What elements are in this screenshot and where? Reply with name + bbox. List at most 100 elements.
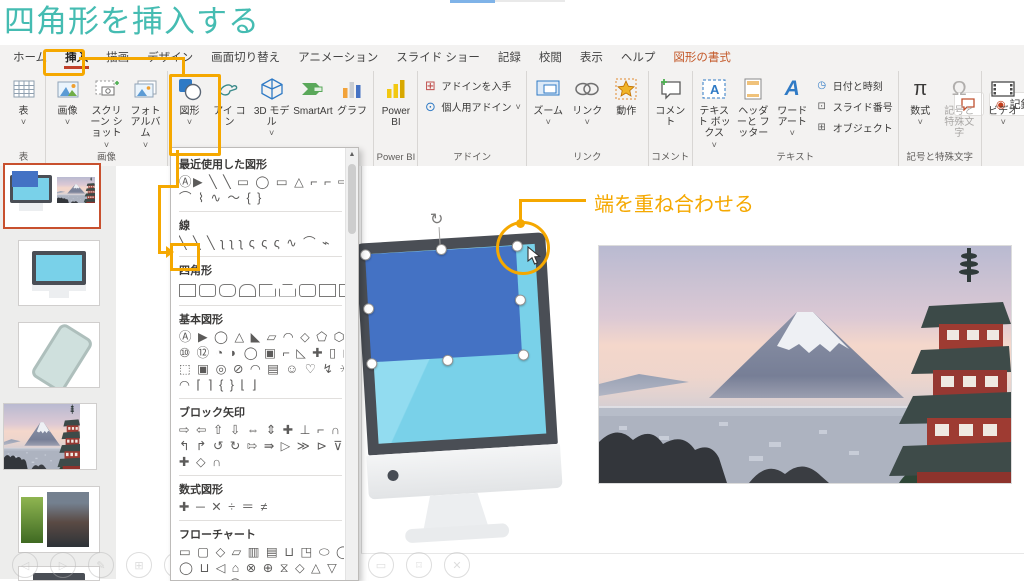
chevron-down-icon: ˅ — [515, 101, 521, 112]
shapes-row[interactable]: ▭ ▢ ◇ ▱ ▥ ▤ ⊔ ◳ ⬭ ◯ ◁ ▽ — [179, 544, 344, 560]
shapes-row[interactable]: ⬚ ▣ ◎ ⊘ ◠ ▤ ☺ ♡ ↯ ☀ ☾ ☁ — [179, 361, 344, 377]
chevron-down-icon: ˅ — [789, 128, 795, 139]
ribbon-group-comments: コメント コメント — [649, 71, 693, 166]
rotation-handle[interactable]: ↻ — [430, 209, 445, 230]
shape-rectangle-round[interactable] — [299, 283, 316, 297]
slide-thumbnail-4[interactable] — [3, 403, 97, 470]
shapes-row[interactable]: ↰ ↱ ↺ ↻ ⇰ ⇛ ▷ ≫ ⊳ ⊽ ◁ ◹ — [179, 438, 344, 454]
shapes-section-title: 線 — [179, 220, 190, 232]
selected-rectangle-shape[interactable]: ↻ — [359, 211, 530, 370]
tab-ヘルプ[interactable]: ヘルプ — [612, 45, 665, 71]
fuji-pagoda-photo[interactable] — [598, 245, 1012, 484]
shapes-section-title: ブロック矢印 — [179, 407, 245, 419]
shapes-row[interactable]: ◔ ⊟ ◫ ◯ — [179, 576, 344, 580]
shape-rectangle-snip[interactable] — [259, 283, 276, 297]
viewer-toolbar-icon[interactable]: ⌑ — [406, 552, 432, 578]
menu-divider — [179, 256, 342, 257]
shapes-row[interactable]: ◯ ⊔ ◁ ⌂ ⊗ ⊕ ⧖ ◇ △ ▽ ◖ ▷ — [179, 560, 344, 576]
shape-rectangle-sharp[interactable] — [319, 283, 336, 297]
shapes-row[interactable]: ⑩ ⑫ ◔ ◗ ◯ ▣ ⌐ ◺ ✚ ▯ ◻ ▢ — [179, 345, 344, 361]
3d-models-button[interactable]: 3D モデル ˅ — [250, 71, 294, 150]
tab-表示[interactable]: 表示 — [571, 45, 612, 71]
my-addins-button[interactable]: ⊙ 個人用アドイン ˅ — [420, 96, 523, 117]
shapes-section-title: フローチャート — [179, 529, 256, 541]
chart-icon — [341, 74, 363, 104]
viewer-toolbar-icon[interactable]: ✕ — [444, 552, 470, 578]
viewer-toolbar-icon[interactable]: ▭ — [368, 552, 394, 578]
wordart-button[interactable]: A ワード アート ˅ — [773, 71, 812, 150]
action-star-icon — [615, 74, 637, 104]
tab-記録[interactable]: 記録 — [489, 45, 530, 71]
blue-rectangle[interactable] — [365, 245, 522, 363]
action-button[interactable]: 動作 — [607, 71, 646, 150]
new-comment-button[interactable]: コメント — [651, 71, 690, 150]
chart-button[interactable]: グラフ — [332, 71, 371, 150]
shapes-menu-content: 最近使用した図形 Ⓐ▶ ╲ ╲ ▭ ◯ ▭ △ ⌐ ⌐ ⇨ ⇩⌒ ⌇ ∿ 〜 { … — [171, 148, 346, 580]
shape-rectangle-sharp[interactable] — [179, 283, 196, 297]
shapes-row[interactable]: ◠ ⌈ ⌉ { } ⌊ ⌋ — [179, 377, 344, 393]
progress-strip-gray — [495, 0, 565, 2]
viewer-toolbar-icon[interactable]: ▷ — [50, 552, 76, 578]
ribbon-group-text: A テキスト ボックス ˅ ヘッダーと フッター A ワード アート ˅ ◷ 日… — [693, 71, 899, 166]
shapes-row[interactable]: ✚ ◇ ∩ — [179, 454, 344, 470]
zoom-button[interactable]: ズーム ˅ — [529, 71, 568, 150]
omega-icon: Ω — [951, 77, 967, 100]
shapes-row[interactable]: ⌒ ⌇ ∿ 〜 { } — [179, 190, 344, 206]
chevron-down-icon: ˅ — [917, 117, 923, 128]
slide-thumbnail-2[interactable] — [18, 240, 100, 306]
tab-アニメーション[interactable]: アニメーション — [289, 45, 387, 71]
equation-button[interactable]: π 数式 ˅ — [901, 71, 940, 150]
chevron-down-icon: ˅ — [545, 117, 551, 128]
photo-album-button[interactable]: フォト アルバム ˅ — [126, 71, 165, 150]
shape-rectangle-snip2[interactable] — [279, 283, 296, 297]
shape-rectangle-round2[interactable] — [219, 283, 236, 297]
get-addins-button[interactable]: ⊞ アドインを入手 — [420, 75, 523, 96]
rectangle-shapes-row[interactable] — [179, 280, 346, 300]
shapes-section-title: 最近使用した図形 — [179, 159, 267, 171]
screenshot-button[interactable]: スクリーン ショット ˅ — [87, 71, 126, 150]
textbox-button[interactable]: A テキスト ボックス ˅ — [695, 71, 734, 150]
shapes-menu-scrollbar[interactable]: ▲ — [345, 148, 358, 580]
shapes-row[interactable]: ⇨ ⇦ ⇧ ⇩ ⇔ ⇕ ✚ ⊥ ⌐ ∩ ↲ ↳ — [179, 422, 344, 438]
table-button[interactable]: 表 ˅ — [4, 71, 43, 150]
date-time-button[interactable]: ◷ 日付と時刻 — [812, 75, 896, 96]
menu-divider — [179, 398, 342, 399]
slide-thumbnail-5[interactable] — [18, 486, 100, 553]
shapes-row[interactable]: ✚ ─ ✕ ÷ ＝ ≠ — [179, 499, 344, 515]
annotation-line — [176, 150, 179, 188]
scrollbar-thumb[interactable] — [348, 164, 356, 234]
ribbon-group-links: ズーム ˅ リンク ˅ 動作 リンク — [527, 71, 649, 166]
chevron-down-icon: ˅ — [64, 117, 71, 128]
photo-album-icon — [134, 74, 158, 104]
shape-rectangle-roundtop[interactable] — [239, 283, 256, 297]
object-button[interactable]: ⊞ オブジェクト — [812, 117, 896, 138]
viewer-toolbar-icon[interactable]: ◁ — [12, 552, 38, 578]
highlight-box-rectangle-shape — [170, 243, 200, 271]
tab-スライド ショー[interactable]: スライド ショー — [387, 45, 489, 71]
shapes-row[interactable]: Ⓐ ▶ ◯ △ ◣ ▱ ◠ ◇ ⬠ ⬡ ⑦ ⑧ — [179, 329, 344, 345]
shapes-row[interactable]: ╲ ╲ ╲ ʅ ʅ ʅ ς ς ς ∿ ⌒ ⌁ — [179, 235, 344, 251]
viewer-toolbar-icon[interactable]: ⊞ — [126, 552, 152, 578]
video-button[interactable]: ビデオ ˅ — [984, 71, 1023, 150]
smartart-button[interactable]: SmartArt — [293, 71, 333, 150]
slide-number-button[interactable]: ⊡ スライド番号 — [812, 96, 896, 117]
link-button[interactable]: リンク ˅ — [568, 71, 607, 150]
header-footer-button[interactable]: ヘッダーと フッター — [734, 71, 773, 150]
tab-画面切り替え[interactable]: 画面切り替え — [202, 45, 289, 71]
annotation-line — [519, 199, 522, 223]
viewer-toolbar-icon[interactable]: ✎ — [88, 552, 114, 578]
shapes-row[interactable]: Ⓐ▶ ╲ ╲ ▭ ◯ ▭ △ ⌐ ⌐ ⇨ ⇩ — [179, 174, 344, 190]
tab-図形の書式[interactable]: 図形の書式 — [664, 45, 740, 71]
tab-校閲[interactable]: 校閲 — [530, 45, 571, 71]
scroll-up-icon[interactable]: ▲ — [346, 148, 358, 158]
symbol-button[interactable]: Ω 記号と 特殊文字 — [940, 71, 979, 150]
shape-rectangle-round[interactable] — [199, 283, 216, 297]
annotation-text: 端を重ね合わせる — [594, 194, 754, 216]
slide-thumbnail-1-selected[interactable] — [3, 163, 101, 229]
slide-thumbnail-3[interactable] — [18, 322, 100, 388]
picture-button[interactable]: 画像 ˅ — [48, 71, 87, 150]
shapes-section-title: 四角形 — [179, 265, 212, 277]
screenshot-icon — [95, 74, 119, 104]
picture-icon — [57, 74, 79, 104]
powerbi-button[interactable]: Power BI — [376, 71, 415, 150]
